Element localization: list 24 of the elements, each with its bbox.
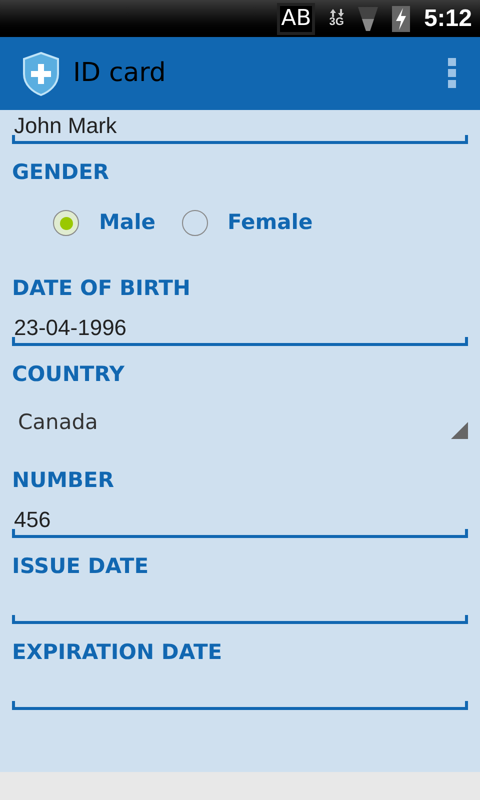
radio-button[interactable]: [182, 210, 208, 236]
clock: 5:12: [424, 4, 472, 34]
field-label: GENDER: [11, 159, 110, 186]
text-field[interactable]: 23-04-1996: [12, 312, 468, 346]
data-arrows-icon: [330, 9, 344, 17]
field-label: ISSUE DATE: [11, 553, 150, 580]
text-field[interactable]: John Mark: [12, 110, 468, 144]
keyboard-badge: AB: [277, 2, 316, 34]
shield-icon: [22, 52, 60, 96]
field-label: DATE OF BIRTH: [11, 275, 192, 302]
text-field[interactable]: 456: [12, 504, 468, 538]
field-label: NUMBER: [11, 467, 116, 494]
field-label: EXPIRATION DATE: [11, 639, 224, 666]
country-dropdown[interactable]: Canada: [12, 394, 468, 452]
radio-button[interactable]: [53, 210, 79, 236]
network-label: 3G: [329, 17, 344, 28]
overflow-menu-icon[interactable]: [448, 58, 458, 90]
signal-icon: [358, 6, 378, 30]
radio-label: Female: [228, 209, 313, 236]
dropdown-triangle-icon: [451, 422, 468, 438]
battery-icon: [392, 6, 410, 32]
radio-label: Male: [99, 209, 156, 236]
app-title: ID card: [73, 57, 166, 90]
field-label: COUNTRY: [11, 361, 126, 388]
